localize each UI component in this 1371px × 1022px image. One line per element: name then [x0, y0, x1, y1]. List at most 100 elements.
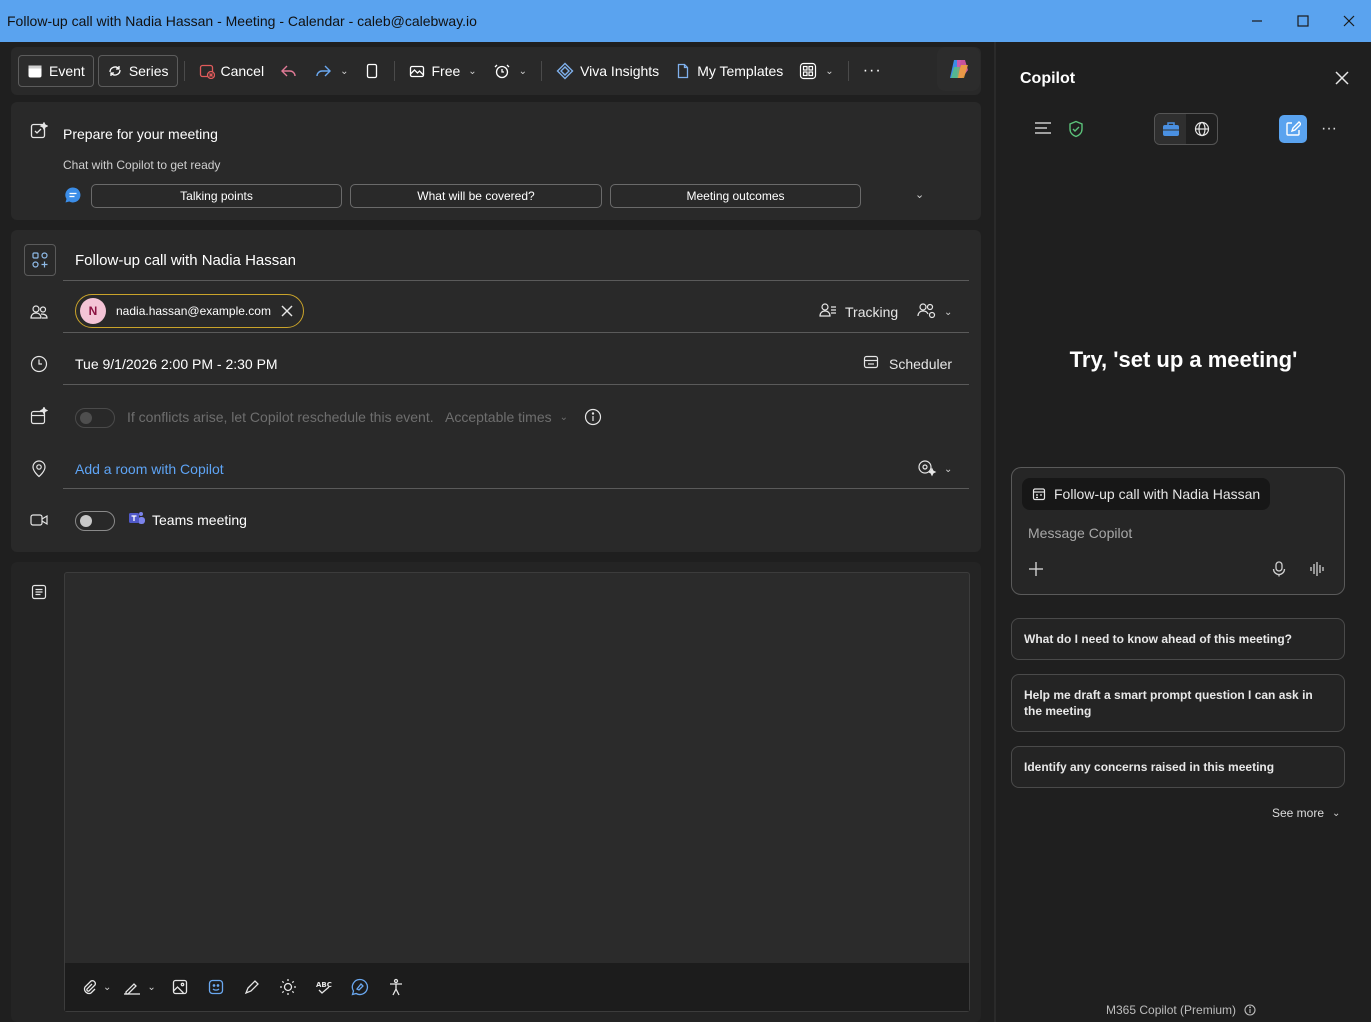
copilot-pane: Copilot ··· Try, 'set up a meeting' Foll…: [996, 42, 1371, 1022]
close-window-button[interactable]: [1326, 0, 1371, 42]
paperclip-icon: [83, 980, 96, 995]
ribbon-toolbar: Event Series Cancel ⌄ Free ⌄ ⌄ Viva Insi…: [11, 47, 981, 95]
chevron-down-icon: ⌄: [559, 411, 568, 423]
voice-mode-button[interactable]: [1309, 561, 1325, 580]
series-button[interactable]: Series: [97, 55, 178, 87]
title-bar: Follow-up call with Nadia Hassan - Meeti…: [0, 0, 1371, 42]
context-chip[interactable]: Follow-up call with Nadia Hassan: [1022, 478, 1271, 510]
chevron-down-icon: ⌄: [1332, 807, 1341, 819]
cancel-button[interactable]: Cancel: [191, 55, 273, 87]
teams-meeting-label: Teams meeting: [152, 511, 247, 528]
new-chat-button[interactable]: [1279, 115, 1307, 143]
picture-icon: [172, 979, 187, 995]
theme-button[interactable]: [272, 971, 304, 1003]
copilot-more-button[interactable]: ···: [1321, 120, 1337, 138]
protected-badge[interactable]: [1068, 120, 1084, 141]
event-title-input[interactable]: Follow-up call with Nadia Hassan: [75, 252, 296, 269]
reply-button[interactable]: [272, 55, 306, 87]
body-editor[interactable]: ⌄ ⌄ ABC: [64, 572, 970, 1012]
meeting-outcomes-button[interactable]: Meeting outcomes: [610, 184, 861, 208]
work-web-switch: [1154, 113, 1218, 145]
teams-logo-icon: [128, 510, 146, 529]
web-mode-button[interactable]: [1186, 114, 1217, 144]
category-button[interactable]: [24, 244, 56, 276]
insert-picture-button[interactable]: [164, 971, 196, 1003]
copilot-button[interactable]: [937, 47, 980, 91]
apps-dropdown[interactable]: ⌄: [791, 55, 841, 87]
copilot-draft-button[interactable]: [344, 971, 376, 1003]
toolbar-separator: [394, 61, 396, 81]
see-more-label: See more: [1272, 806, 1325, 820]
more-options-button[interactable]: ···: [855, 55, 890, 87]
copilot-reschedule-toggle[interactable]: [75, 408, 115, 428]
work-mode-button[interactable]: [1155, 114, 1186, 144]
viva-insights-button[interactable]: Viva Insights: [548, 55, 667, 87]
close-copilot-button[interactable]: [1334, 70, 1350, 89]
teams-meeting-label-group: Teams meeting: [128, 510, 247, 529]
event-button[interactable]: Event: [18, 55, 94, 87]
info-icon[interactable]: [584, 408, 602, 429]
maximize-button[interactable]: [1280, 0, 1326, 42]
forward-button[interactable]: ⌄: [306, 55, 356, 87]
toolbar-separator: [183, 61, 185, 81]
teams-meeting-toggle[interactable]: [75, 511, 115, 531]
my-templates-button[interactable]: My Templates: [667, 55, 791, 87]
more-icon: ···: [862, 62, 882, 79]
talking-points-button[interactable]: Talking points: [91, 184, 342, 208]
event-body-section: ⌄ ⌄ ABC: [11, 562, 981, 1022]
tracking-button[interactable]: Tracking: [819, 302, 898, 321]
acceptable-times-dropdown[interactable]: Acceptable times ⌄: [445, 409, 568, 425]
event-label: Event: [49, 63, 85, 79]
response-options-dropdown[interactable]: ⌄: [917, 302, 952, 323]
context-chip-label: Follow-up call with Nadia Hassan: [1054, 486, 1261, 502]
notes-icon: [29, 582, 49, 602]
clock-icon: [29, 354, 49, 374]
see-more-button[interactable]: See more ⌄: [1272, 806, 1340, 820]
signature-button[interactable]: ⌄: [119, 971, 159, 1003]
tracking-label: Tracking: [845, 303, 899, 320]
suggestion-chip[interactable]: Help me draft a smart prompt question I …: [1011, 674, 1345, 732]
copy-icon: [364, 63, 380, 79]
attach-file-button[interactable]: ⌄: [77, 971, 115, 1003]
reply-icon: [280, 63, 298, 79]
chat-history-button[interactable]: [1034, 121, 1052, 138]
what-will-be-covered-button[interactable]: What will be covered?: [350, 184, 602, 208]
toolbar-separator: [541, 61, 543, 81]
show-as-label: Free: [431, 63, 461, 79]
chevron-down-icon: ⌄: [518, 65, 528, 77]
suggestion-chip[interactable]: Identify any concerns raised in this mee…: [1011, 746, 1345, 788]
briefcase-icon: [1162, 122, 1179, 136]
scheduler-button[interactable]: Scheduler: [863, 354, 952, 373]
spelling-button[interactable]: ABC: [308, 971, 340, 1003]
draw-button[interactable]: [236, 971, 268, 1003]
info-icon[interactable]: [1244, 1004, 1256, 1016]
copilot-composer[interactable]: Follow-up call with Nadia Hassan Message…: [1011, 467, 1345, 595]
recurrence-icon: [107, 63, 123, 79]
window-title: Follow-up call with Nadia Hassan - Meeti…: [7, 13, 477, 29]
apps-grid-icon: [799, 62, 817, 80]
alarm-icon: [493, 63, 511, 79]
chevron-down-icon: ⌄: [147, 981, 156, 993]
add-attachment-button[interactable]: [1028, 561, 1044, 580]
chevron-down-icon: ⌄: [825, 65, 834, 77]
message-input[interactable]: Message Copilot: [1028, 525, 1132, 541]
attendee-chip[interactable]: N nadia.hassan@example.com: [75, 294, 304, 328]
reminder-dropdown[interactable]: ⌄: [485, 55, 535, 87]
date-time-field[interactable]: Tue 9/1/2026 2:00 PM - 2:30 PM: [75, 356, 278, 372]
show-as-dropdown[interactable]: Free ⌄: [401, 55, 484, 87]
divider: [63, 332, 969, 333]
editor-toolbar: ⌄ ⌄ ABC: [65, 963, 969, 1011]
accessibility-button[interactable]: [380, 971, 412, 1003]
expand-chevron-icon[interactable]: ⌄: [915, 188, 924, 201]
minimize-button[interactable]: [1234, 0, 1280, 42]
suggestion-chip[interactable]: What do I need to know ahead of this mee…: [1011, 618, 1345, 660]
chevron-down-icon: ⌄: [468, 65, 477, 77]
spellcheck-icon: ABC: [316, 981, 332, 994]
room-finder-dropdown[interactable]: ⌄: [917, 459, 952, 480]
emoji-sticker-button[interactable]: [200, 971, 232, 1003]
dictate-button[interactable]: [1272, 561, 1286, 580]
remove-attendee-icon[interactable]: [281, 305, 293, 317]
copy-button[interactable]: [356, 55, 388, 87]
add-room-link[interactable]: Add a room with Copilot: [75, 461, 224, 477]
acceptable-times-label: Acceptable times: [445, 409, 552, 425]
